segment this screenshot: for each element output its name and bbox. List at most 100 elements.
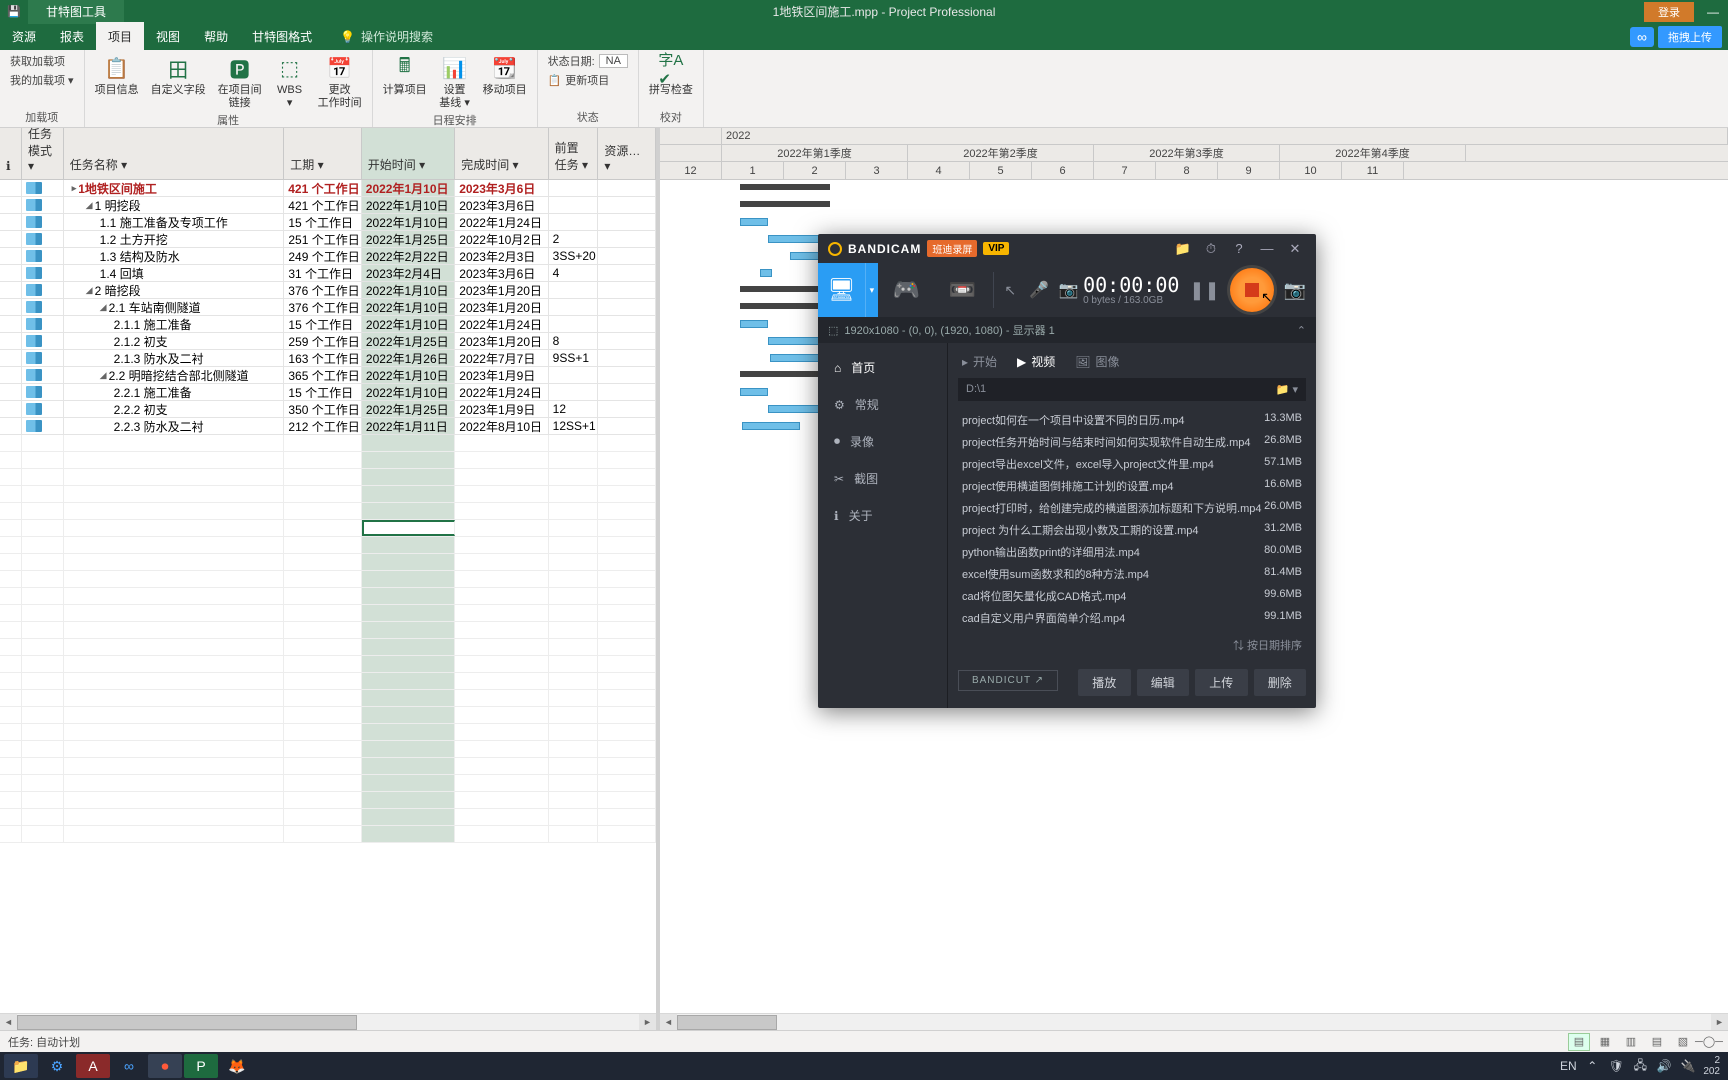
task-row[interactable]: 1.1 施工准备及专项工作15 个工作日2022年1月10日2022年1月24日: [0, 214, 656, 231]
move-project-button[interactable]: 📆移动项目: [479, 52, 531, 99]
output-path[interactable]: D:\1 📁 ▾: [958, 378, 1306, 401]
file-row[interactable]: project如何在一个项目中设置不同的日历.mp413.3MB: [962, 409, 1302, 431]
empty-row[interactable]: [0, 503, 656, 520]
col-header-start[interactable]: 开始时间 ▾: [362, 128, 455, 179]
mode-game-icon[interactable]: 🎮: [878, 263, 934, 317]
empty-row[interactable]: [0, 758, 656, 775]
gantt-bar[interactable]: [740, 286, 830, 292]
empty-row[interactable]: [0, 724, 656, 741]
gantt-horizontal-scrollbar[interactable]: ◄ ►: [660, 1013, 1728, 1030]
bandicam-help-icon[interactable]: ?: [1228, 241, 1250, 256]
login-button[interactable]: 登录: [1644, 2, 1694, 22]
empty-row[interactable]: [0, 809, 656, 826]
empty-row[interactable]: [0, 571, 656, 588]
bandi-tab-图像[interactable]: 🖼图像: [1075, 353, 1119, 370]
gantt-bar[interactable]: [742, 422, 800, 430]
toggle-mic-icon[interactable]: 🎤: [1025, 263, 1054, 317]
col-header-finish[interactable]: 完成时间 ▾: [455, 128, 548, 179]
taskbar-bandicam-icon[interactable]: ⏺: [148, 1054, 182, 1078]
file-row[interactable]: cad将位图矢量化成CAD格式.mp499.6MB: [962, 585, 1302, 607]
taskbar-app1-icon[interactable]: ⚙: [40, 1054, 74, 1078]
view-gantt-icon[interactable]: ▤: [1568, 1033, 1590, 1051]
menu-tab-项目[interactable]: 项目: [96, 22, 144, 51]
spellcheck-button[interactable]: 字A✔拼写检查: [645, 52, 697, 99]
windows-taskbar[interactable]: 📁 ⚙ A ∞ ⏺ P 🦊 EN ⌃ 🛡 🖧 🔊 🔌 2 202: [0, 1052, 1728, 1080]
view-team-planner-icon[interactable]: ▥: [1620, 1033, 1642, 1051]
bandicam-window[interactable]: BANDICAM 班迪录屏 VIP 📁 ⏱ ? — ✕ 🖥 ▾ 🎮 📼 ↖ 🎤 …: [818, 234, 1316, 708]
bandicam-timer-icon[interactable]: ⏱: [1200, 241, 1222, 257]
gantt-bar[interactable]: [740, 320, 768, 328]
bandicam-close[interactable]: ✕: [1284, 241, 1306, 257]
set-baseline-button[interactable]: 📊设置 基线 ▾: [435, 52, 475, 112]
gantt-bar[interactable]: [760, 269, 772, 277]
empty-row[interactable]: [0, 690, 656, 707]
mode-screen-dropdown[interactable]: ▾: [865, 263, 879, 317]
gantt-bar[interactable]: [740, 184, 830, 190]
get-addins-button[interactable]: 获取加载项: [6, 52, 78, 70]
col-header-name[interactable]: 任务名称 ▾: [64, 128, 285, 179]
status-date-row[interactable]: 状态日期: NA: [544, 52, 632, 70]
file-row[interactable]: project任务开始时间与结束时间如何实现软件自动生成.mp426.8MB: [962, 431, 1302, 453]
empty-row[interactable]: [0, 656, 656, 673]
menu-tab-帮助[interactable]: 帮助: [192, 22, 240, 51]
toggle-webcam-icon[interactable]: 📷: [1054, 263, 1083, 317]
empty-row[interactable]: [0, 520, 656, 537]
bandicut-button[interactable]: BANDICUT ↗: [958, 670, 1058, 691]
screenshot-button[interactable]: 📷: [1284, 280, 1306, 301]
gantt-bar[interactable]: [740, 388, 768, 396]
update-project-button[interactable]: 📋 更新项目: [544, 71, 632, 89]
taskbar-project-icon[interactable]: P: [184, 1054, 218, 1078]
gantt-bar[interactable]: [740, 201, 830, 207]
bandi-side-常规[interactable]: ⚙常规: [818, 386, 947, 423]
bandi-action-播放[interactable]: 播放: [1078, 669, 1131, 696]
task-row[interactable]: ◢1 明挖段421 个工作日2022年1月10日2023年3月6日: [0, 197, 656, 214]
file-row[interactable]: project使用横道图倒排施工计划的设置.mp416.6MB: [962, 475, 1302, 497]
tray-lang[interactable]: EN: [1559, 1059, 1577, 1073]
empty-row[interactable]: [0, 673, 656, 690]
col-header-indicator[interactable]: ℹ: [0, 128, 22, 179]
task-row[interactable]: 2.1.2 初支259 个工作日2022年1月25日2023年1月20日8: [0, 333, 656, 350]
bandi-side-截图[interactable]: ✂截图: [818, 460, 947, 497]
bandi-action-编辑[interactable]: 编辑: [1137, 669, 1190, 696]
empty-row[interactable]: [0, 588, 656, 605]
change-worktime-button[interactable]: 📅更改 工作时间: [314, 52, 366, 112]
record-stop-button[interactable]: [1230, 268, 1274, 312]
file-row[interactable]: project导出excel文件，excel导入project文件里.mp457…: [962, 453, 1302, 475]
empty-row[interactable]: [0, 537, 656, 554]
bandicam-folder-icon[interactable]: 📁: [1172, 241, 1194, 257]
task-row[interactable]: 1.3 结构及防水249 个工作日2022年2月22日2023年2月3日3SS+…: [0, 248, 656, 265]
empty-row[interactable]: [0, 826, 656, 843]
file-row[interactable]: excel使用sum函数求和的8种方法.mp481.4MB: [962, 563, 1302, 585]
taskbar-autocad-icon[interactable]: A: [76, 1054, 110, 1078]
custom-fields-button[interactable]: 田自定义字段: [147, 52, 210, 99]
pause-button[interactable]: ❚❚: [1189, 280, 1219, 301]
gantt-bar[interactable]: [740, 303, 830, 309]
empty-row[interactable]: [0, 452, 656, 469]
file-row[interactable]: project打印时，给创建完成的横道图添加标题和下方说明.mp426.0MB: [962, 497, 1302, 519]
file-row[interactable]: cad自定义用户界面简单介绍.mp499.1MB: [962, 607, 1302, 629]
task-row[interactable]: 2.2.2 初支350 个工作日2022年1月25日2023年1月9日12: [0, 401, 656, 418]
collapse-icon[interactable]: ⌃: [1297, 324, 1306, 337]
menu-tab-资源[interactable]: 资源: [0, 22, 48, 51]
menu-tab-报表[interactable]: 报表: [48, 22, 96, 51]
cloud-icon[interactable]: ∞: [1630, 27, 1654, 47]
capture-info-bar[interactable]: ⬚ 1920x1080 - (0, 0), (1920, 1080) - 显示器…: [818, 317, 1316, 343]
bandi-side-关于[interactable]: ℹ关于: [818, 497, 947, 534]
col-header-predecessors[interactable]: 前置 任务 ▾: [549, 128, 599, 179]
empty-row[interactable]: [0, 775, 656, 792]
window-minimize[interactable]: —: [1698, 5, 1728, 19]
contextual-tab-gantt[interactable]: 甘特图工具: [28, 0, 124, 24]
bandi-action-删除[interactable]: 删除: [1254, 669, 1307, 696]
folder-dropdown-icon[interactable]: 📁 ▾: [1276, 383, 1298, 396]
task-row[interactable]: ▸1地铁区间施工421 个工作日2022年1月10日2023年3月6日: [0, 180, 656, 197]
bandicam-titlebar[interactable]: BANDICAM 班迪录屏 VIP 📁 ⏱ ? — ✕: [818, 234, 1316, 263]
task-row[interactable]: 1.4 回填31 个工作日2023年2月4日2023年3月6日4: [0, 265, 656, 282]
menu-tab-甘特图格式[interactable]: 甘特图格式: [240, 22, 324, 51]
task-row[interactable]: 2.1.3 防水及二衬163 个工作日2022年1月26日2022年7月7日9S…: [0, 350, 656, 367]
empty-row[interactable]: [0, 639, 656, 656]
task-row[interactable]: 2.2.3 防水及二衬212 个工作日2022年1月11日2022年8月10日1…: [0, 418, 656, 435]
task-row[interactable]: ◢2.2 明暗挖结合部北侧隧道365 个工作日2022年1月10日2023年1月…: [0, 367, 656, 384]
gantt-bar[interactable]: [740, 218, 768, 226]
empty-row[interactable]: [0, 792, 656, 809]
empty-row[interactable]: [0, 469, 656, 486]
